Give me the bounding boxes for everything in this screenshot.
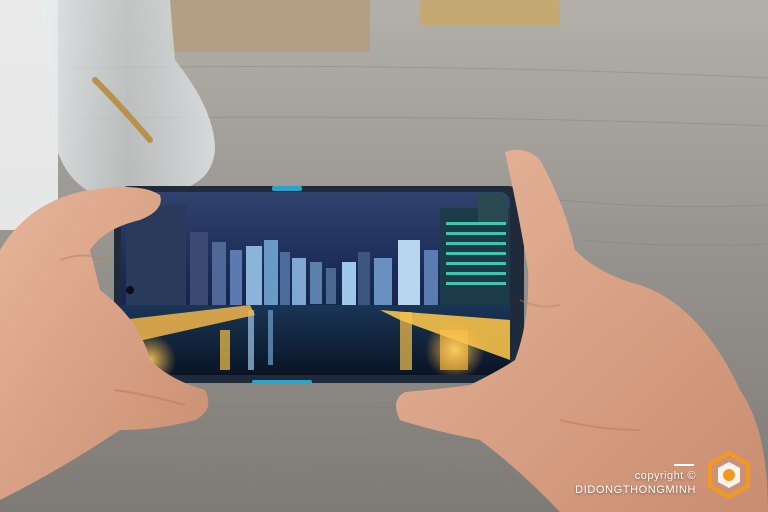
volume-button: [252, 380, 312, 384]
watermark-dash: [674, 464, 694, 466]
wooden-block: [420, 0, 560, 26]
photo-scene: [0, 0, 768, 512]
power-button: [272, 186, 302, 191]
copyright-text: copyright ©: [634, 470, 696, 482]
brand-text: DIDONGTHONGMINH: [575, 484, 696, 496]
front-camera-icon: [126, 286, 134, 294]
copyright-watermark: copyright © DIDONGTHONGMINH: [575, 464, 696, 496]
phone-screen: [121, 192, 510, 375]
cardboard-box: [170, 0, 370, 52]
camera-shutter-logo-icon: [708, 450, 750, 500]
